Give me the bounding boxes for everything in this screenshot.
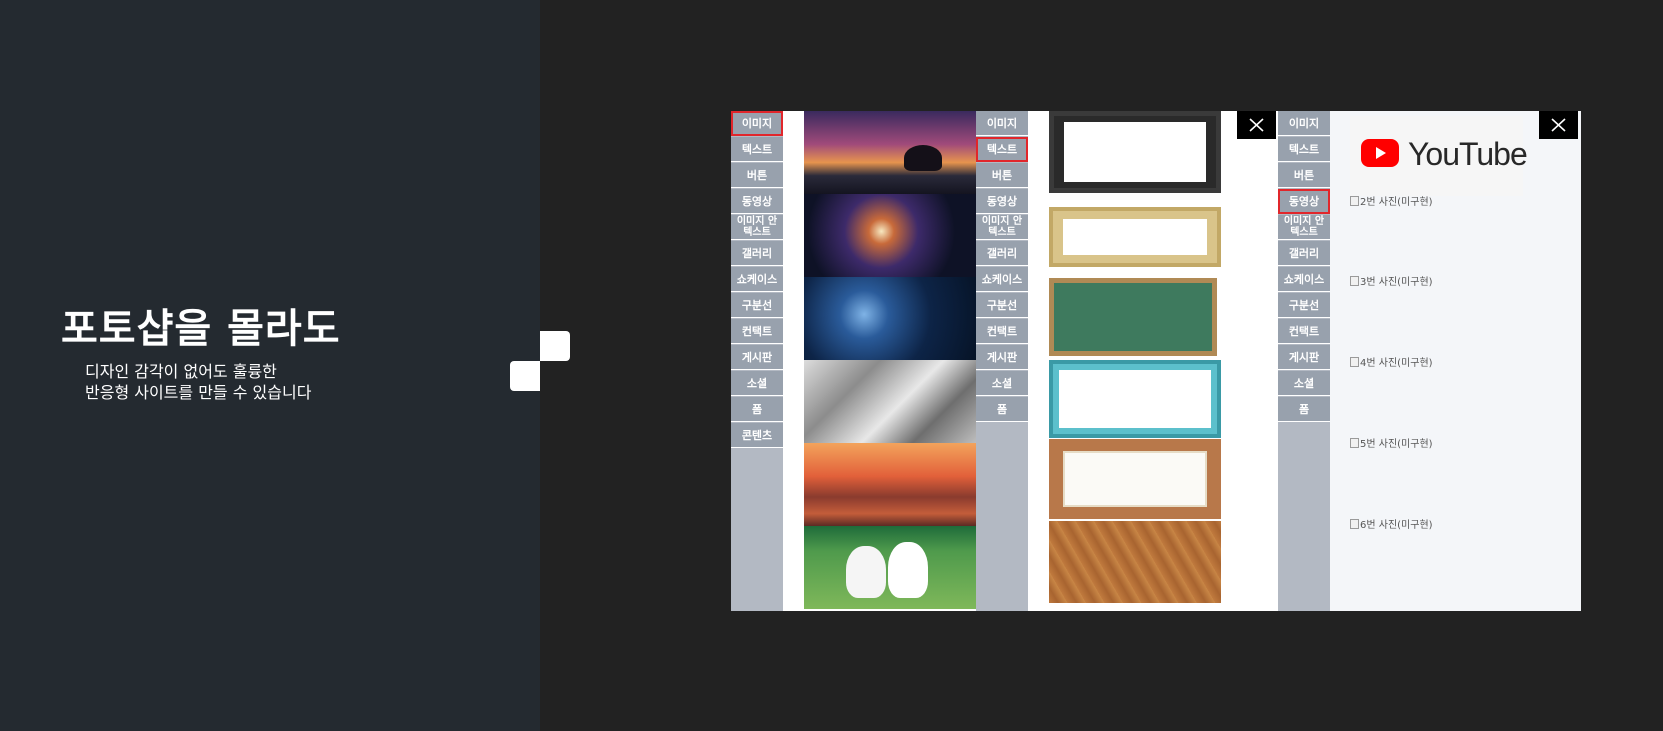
sidebar-panel-video: 이미지 텍스트 버튼 동영상 이미지 안 텍스트 갤러리 쇼케이스 구분선 컨택… bbox=[1278, 111, 1330, 611]
menu-item-text[interactable]: 텍스트 bbox=[976, 137, 1028, 162]
close-button[interactable] bbox=[1539, 111, 1578, 139]
menu-item-gallery[interactable]: 갤러리 bbox=[731, 241, 783, 266]
video-column: YouTube 2번 사진(미구현) 3번 사진(미구현) 4번 사진(미구현)… bbox=[1330, 111, 1581, 611]
text-frame-column bbox=[1028, 111, 1228, 611]
broken-image-label: 2번 사진(미구현) bbox=[1360, 197, 1433, 208]
menu-item-form[interactable]: 폼 bbox=[976, 397, 1028, 422]
image-gallery-column bbox=[804, 111, 976, 611]
menu-item-button[interactable]: 버튼 bbox=[1278, 163, 1330, 188]
menu-item-showcase[interactable]: 쇼케이스 bbox=[1278, 267, 1330, 292]
menu-item-contact[interactable]: 컨택트 bbox=[976, 319, 1028, 344]
menu-item-form[interactable]: 폼 bbox=[1278, 397, 1330, 422]
close-icon bbox=[1551, 118, 1566, 132]
menu-item-button[interactable]: 버튼 bbox=[731, 163, 783, 188]
broken-image-2: 2번 사진(미구현) bbox=[1350, 193, 1433, 208]
puppy-right bbox=[888, 542, 928, 598]
image-thumb-metal-text[interactable] bbox=[804, 360, 976, 443]
frame-wood-light[interactable] bbox=[1049, 439, 1221, 519]
frame-chalkboard[interactable] bbox=[1049, 278, 1217, 356]
menu-item-text[interactable]: 텍스트 bbox=[731, 137, 783, 162]
menu-item-contact[interactable]: 컨택트 bbox=[731, 319, 783, 344]
image-thumb-puppies[interactable] bbox=[804, 526, 976, 609]
menu-item-image-text[interactable]: 이미지 안 텍스트 bbox=[1278, 215, 1330, 240]
menu-item-video[interactable]: 동영상 bbox=[1278, 189, 1330, 214]
broken-image-icon bbox=[1350, 438, 1359, 448]
menu-item-gallery[interactable]: 갤러리 bbox=[1278, 241, 1330, 266]
close-button[interactable] bbox=[1237, 111, 1276, 139]
broken-image-label: 6번 사진(미구현) bbox=[1360, 520, 1433, 531]
youtube-wordmark: YouTube bbox=[1408, 136, 1528, 172]
menu-item-form[interactable]: 폼 bbox=[731, 397, 783, 422]
menu-item-video[interactable]: 동영상 bbox=[731, 189, 783, 214]
menu-item-board[interactable]: 게시판 bbox=[1278, 345, 1330, 370]
youtube-play-icon bbox=[1361, 139, 1399, 167]
sidebar-panel-text: 이미지 텍스트 버튼 동영상 이미지 안 텍스트 갤러리 쇼케이스 구분선 컨택… bbox=[976, 111, 1028, 611]
hero-panel: 포토샵을 몰라도 디자인 감각이 없어도 훌륭한 반응형 사이트를 만들 수 있… bbox=[0, 0, 540, 731]
menu-item-divider[interactable]: 구분선 bbox=[731, 293, 783, 318]
menu-item-button[interactable]: 버튼 bbox=[976, 163, 1028, 188]
menu-item-gallery[interactable]: 갤러리 bbox=[976, 241, 1028, 266]
menu-item-text[interactable]: 텍스트 bbox=[1278, 137, 1330, 162]
broken-image-3: 3번 사진(미구현) bbox=[1350, 273, 1433, 288]
checker-decoration-top bbox=[540, 331, 570, 361]
menu-item-image[interactable]: 이미지 bbox=[1278, 111, 1330, 136]
image-thumb-sunset-rock[interactable] bbox=[804, 111, 976, 194]
menu-item-image-text[interactable]: 이미지 안 텍스트 bbox=[976, 215, 1028, 240]
menu-item-board[interactable]: 게시판 bbox=[976, 345, 1028, 370]
close-icon bbox=[1249, 118, 1264, 132]
hero-subtitle-line-2: 반응형 사이트를 만들 수 있습니다 bbox=[85, 383, 312, 402]
menu-item-board[interactable]: 게시판 bbox=[731, 345, 783, 370]
menu-item-contents[interactable]: 콘텐츠 bbox=[731, 423, 783, 448]
menu-item-social[interactable]: 소셜 bbox=[976, 371, 1028, 396]
broken-image-icon bbox=[1350, 519, 1359, 529]
menu-item-image-text[interactable]: 이미지 안 텍스트 bbox=[731, 215, 783, 240]
image-thumb-shipwreck[interactable] bbox=[804, 443, 976, 526]
menu-item-social[interactable]: 소셜 bbox=[731, 371, 783, 396]
menu-item-contact[interactable]: 컨택트 bbox=[1278, 319, 1330, 344]
frame-bamboo[interactable] bbox=[1049, 207, 1221, 267]
youtube-logo[interactable]: YouTube bbox=[1350, 116, 1528, 196]
broken-image-icon bbox=[1350, 196, 1359, 206]
menu-item-showcase[interactable]: 쇼케이스 bbox=[976, 267, 1028, 292]
frame-black[interactable] bbox=[1049, 111, 1221, 193]
menu-item-divider[interactable]: 구분선 bbox=[1278, 293, 1330, 318]
broken-image-5: 5번 사진(미구현) bbox=[1350, 435, 1433, 450]
menu-item-divider[interactable]: 구분선 bbox=[976, 293, 1028, 318]
sidebar-panel-image: 이미지 텍스트 버튼 동영상 이미지 안 텍스트 갤러리 쇼케이스 구분선 컨택… bbox=[731, 111, 783, 611]
frame-wood-dark[interactable] bbox=[1049, 521, 1221, 603]
puppy-left bbox=[846, 546, 886, 598]
image-thumb-planet[interactable] bbox=[804, 277, 976, 360]
menu-item-social[interactable]: 소셜 bbox=[1278, 371, 1330, 396]
broken-image-label: 4번 사진(미구현) bbox=[1360, 358, 1433, 369]
rock-silhouette bbox=[904, 145, 942, 171]
broken-image-6: 6번 사진(미구현) bbox=[1350, 516, 1433, 531]
image-thumb-nebula[interactable] bbox=[804, 194, 976, 277]
frame-teal[interactable] bbox=[1049, 360, 1221, 438]
checker-decoration-bottom bbox=[510, 361, 540, 391]
broken-image-label: 3번 사진(미구현) bbox=[1360, 277, 1433, 288]
menu-item-image[interactable]: 이미지 bbox=[976, 111, 1028, 136]
broken-image-icon bbox=[1350, 357, 1359, 367]
editor-demo-window: 이미지 텍스트 버튼 동영상 이미지 안 텍스트 갤러리 쇼케이스 구분선 컨택… bbox=[731, 111, 1581, 611]
menu-item-video[interactable]: 동영상 bbox=[976, 189, 1028, 214]
broken-image-label: 5번 사진(미구현) bbox=[1360, 439, 1433, 450]
hero-title: 포토샵을 몰라도 bbox=[61, 306, 341, 352]
broken-image-icon bbox=[1350, 276, 1359, 286]
menu-item-image[interactable]: 이미지 bbox=[731, 111, 783, 136]
broken-image-4: 4번 사진(미구현) bbox=[1350, 354, 1433, 369]
menu-item-showcase[interactable]: 쇼케이스 bbox=[731, 267, 783, 292]
